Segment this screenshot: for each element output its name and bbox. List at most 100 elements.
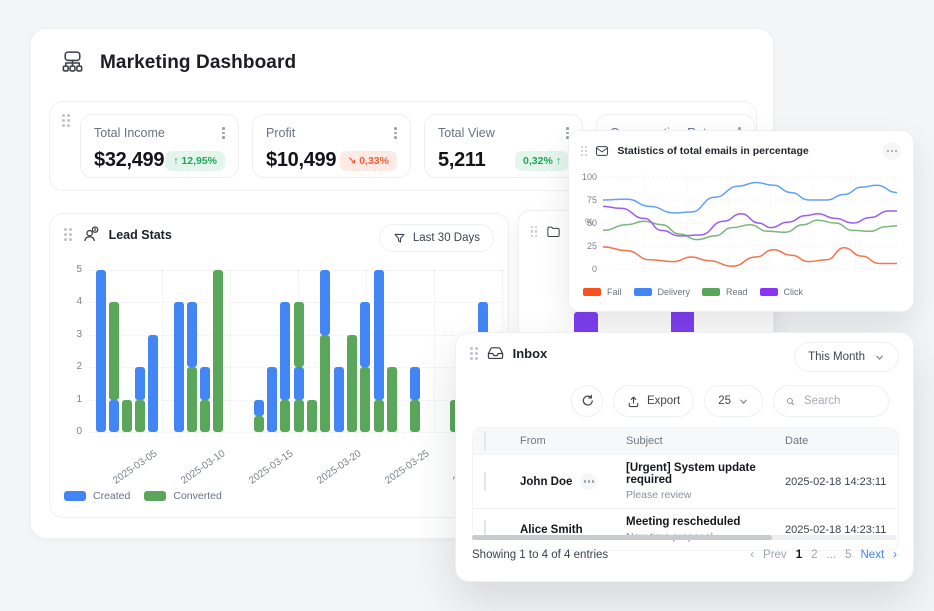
drag-handle-icon[interactable] (470, 347, 478, 360)
x-tick-label: 2025-03-25 (383, 442, 440, 487)
stat-value: 5,211 (438, 149, 485, 172)
trend-badge: ↘ 0,33% (340, 151, 398, 171)
table-row[interactable]: John Doe[Urgent] System update requiredP… (473, 454, 898, 508)
legend-swatch (702, 288, 720, 296)
legend-item-converted[interactable]: Converted (144, 490, 221, 502)
bar-segment-created (334, 367, 344, 432)
funnel-icon (393, 232, 406, 245)
filter-label: Last 30 Days (413, 232, 480, 244)
bar-segment-created (96, 270, 106, 432)
legend-label: Read (726, 287, 748, 297)
kebab-menu-icon[interactable] (394, 127, 397, 139)
legend-item-click[interactable]: Click (760, 287, 804, 297)
email-stats-card: Statistics of total emails in percentage… (568, 130, 914, 312)
inbox-card: Inbox This Month (455, 332, 914, 582)
bar-segment-converted (387, 367, 397, 432)
email-stats-title: Statistics of total emails in percentage (617, 145, 808, 157)
gridline (230, 270, 231, 432)
stat-card: Profit$10,499↘ 0,33% (252, 114, 411, 178)
page-size-select[interactable]: 25 (704, 385, 763, 417)
period-select[interactable]: This Month (794, 342, 899, 372)
bar-segment-converted (200, 400, 210, 432)
email-date: 2025-02-18 14:23:11 (785, 524, 898, 536)
prev-chevron-icon[interactable]: ‹ (750, 549, 754, 561)
legend-swatch (144, 491, 166, 501)
gridline (90, 432, 504, 433)
bar-segment-created (360, 302, 370, 367)
email-subject: Meeting rescheduled (626, 516, 785, 528)
refresh-button[interactable] (571, 385, 603, 417)
row-more-button[interactable] (580, 473, 597, 490)
legend-swatch (634, 288, 652, 296)
bar-segment-converted (374, 400, 384, 432)
column-header-date: Date (785, 435, 898, 447)
next-chevron-icon[interactable]: › (893, 549, 897, 561)
search-input[interactable] (802, 394, 876, 408)
page-button-2[interactable]: 2 (811, 549, 817, 561)
bar-segment-created (187, 302, 197, 367)
pagination: ‹Prev12...5Next› (750, 549, 897, 561)
bar-segment-created (267, 367, 277, 432)
search-field[interactable] (773, 385, 889, 417)
y-tick-label: 75 (571, 195, 597, 205)
legend-item-fail[interactable]: Fail (583, 287, 622, 297)
folder-icon (546, 224, 561, 239)
column-header-from: From (513, 435, 626, 447)
page-button-1[interactable]: 1 (796, 549, 802, 561)
stat-label: Profit (266, 126, 295, 140)
more-menu-icon[interactable] (883, 142, 901, 160)
percent-axis-label: % (585, 217, 593, 228)
gridline (90, 270, 504, 271)
email-chart-plot (603, 175, 897, 273)
legend-item-created[interactable]: Created (64, 490, 130, 502)
search-icon (786, 395, 795, 408)
bar-segment-created (174, 302, 184, 432)
bar-segment-created (200, 367, 210, 399)
scrollbar-thumb[interactable] (472, 535, 772, 540)
y-tick-label: 3 (56, 329, 82, 340)
y-tick-label: 25 (571, 241, 597, 251)
email-chart-legend: Fail Delivery Read Click (583, 287, 803, 297)
drag-handle-icon[interactable] (62, 114, 70, 127)
bar-segment-converted (109, 302, 119, 399)
export-button[interactable]: Export (613, 385, 694, 417)
page-button-5[interactable]: 5 (845, 549, 851, 561)
bar-segment-converted (307, 400, 317, 432)
table-row[interactable]: Alice SmithMeeting rescheduledNew time p… (473, 508, 898, 550)
bar-segment-created (280, 302, 290, 399)
y-tick-label: 100 (571, 172, 597, 182)
drag-handle-icon[interactable] (581, 146, 587, 157)
prev-button[interactable]: Prev (763, 549, 787, 561)
dashboard-page: Marketing Dashboard Total Income$32,499↑… (0, 0, 934, 611)
legend-item-read[interactable]: Read (702, 287, 748, 297)
email-preview: Please review (626, 489, 785, 501)
inbox-table: From Subject Date John Doe[Urgent] Syste… (472, 427, 899, 551)
y-tick-label: 0 (571, 264, 597, 274)
export-label: Export (647, 395, 680, 407)
kebab-menu-icon[interactable] (222, 127, 225, 139)
bar-segment-created (320, 270, 330, 335)
bar-segment-created (410, 367, 420, 399)
drag-handle-icon[interactable] (64, 228, 72, 241)
drag-handle-icon[interactable] (531, 226, 537, 237)
stat-value: $32,499 (94, 149, 164, 172)
svg-text:$: $ (93, 227, 96, 232)
last-30-days-filter-button[interactable]: Last 30 Days (379, 224, 494, 252)
bar-segment-created (254, 400, 264, 416)
lead-chart-legend: Created Converted (64, 490, 222, 502)
bar-segment-created (109, 400, 119, 432)
email-subject: [Urgent] System update required (626, 462, 785, 486)
legend-item-delivery[interactable]: Delivery (634, 287, 691, 297)
legend-label: Created (93, 490, 130, 502)
bar-segment-converted (360, 367, 370, 432)
refresh-icon (580, 394, 594, 408)
stat-card: Total Income$32,499↑ 12,95% (80, 114, 239, 178)
bar-segment-created (148, 335, 158, 432)
next-button[interactable]: Next (861, 549, 885, 561)
gridline (162, 270, 163, 432)
row-checkbox[interactable] (484, 472, 486, 491)
lead-chart-plot (90, 270, 504, 432)
select-all-checkbox[interactable] (484, 431, 486, 450)
x-tick-label: 2025-03-20 (315, 442, 372, 487)
bar-segment-converted (294, 302, 304, 367)
